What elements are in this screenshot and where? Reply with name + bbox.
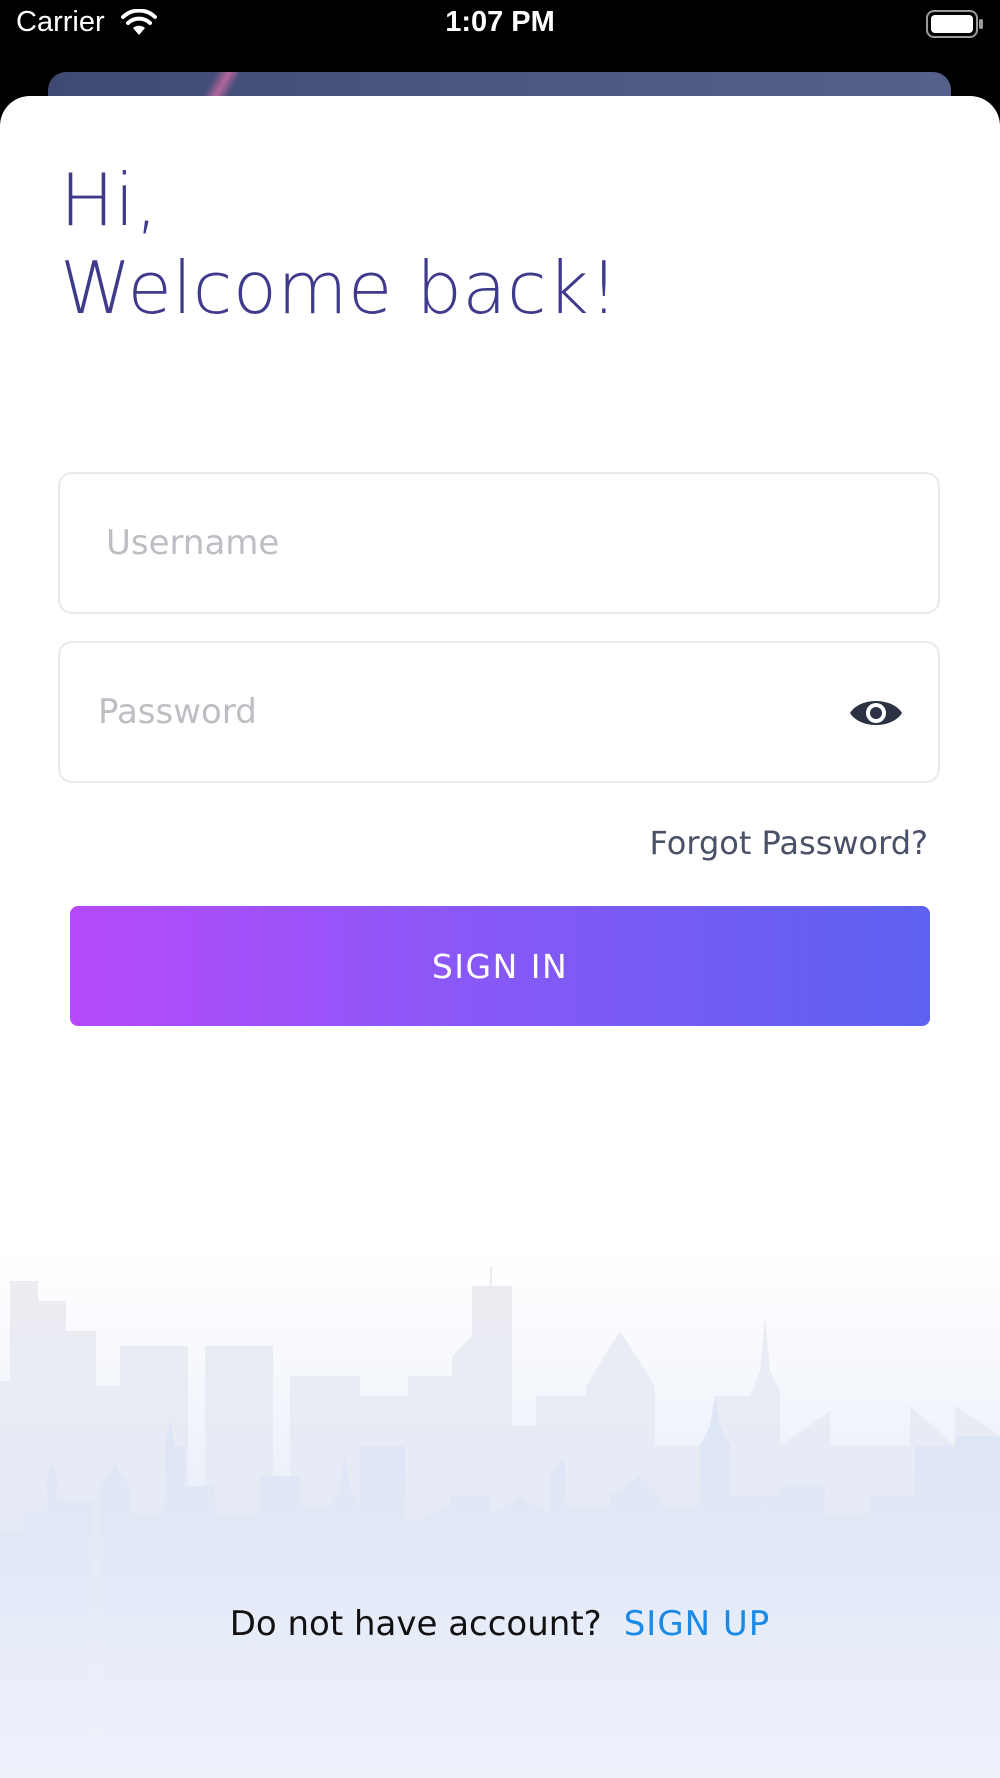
sign-in-button[interactable]: SIGN IN xyxy=(70,906,930,1026)
forgot-password-link[interactable]: Forgot Password? xyxy=(650,824,929,862)
status-time: 1:07 PM xyxy=(445,6,555,38)
login-sheet: Hi, Welcome back! Forgot Password? SIGN … xyxy=(0,96,1000,1778)
greeting-line-1: Hi, xyxy=(60,158,159,242)
sign-up-link[interactable]: SIGN UP xyxy=(624,1604,771,1644)
username-field xyxy=(58,472,940,614)
status-bar: Carrier 1:07 PM xyxy=(0,0,1000,50)
password-input[interactable] xyxy=(60,643,938,781)
sign-up-prompt: Do not have account? SIGN UP xyxy=(0,1604,1000,1644)
no-account-text: Do not have account? xyxy=(229,1604,602,1644)
username-input[interactable] xyxy=(60,474,938,612)
greeting-line-2: Welcome back! xyxy=(60,246,619,330)
battery-icon xyxy=(926,10,984,43)
greeting: Hi, Welcome back! xyxy=(60,156,619,332)
eye-icon[interactable] xyxy=(848,691,904,735)
city-skyline-illustration xyxy=(0,1246,1000,1778)
password-field xyxy=(58,641,940,783)
